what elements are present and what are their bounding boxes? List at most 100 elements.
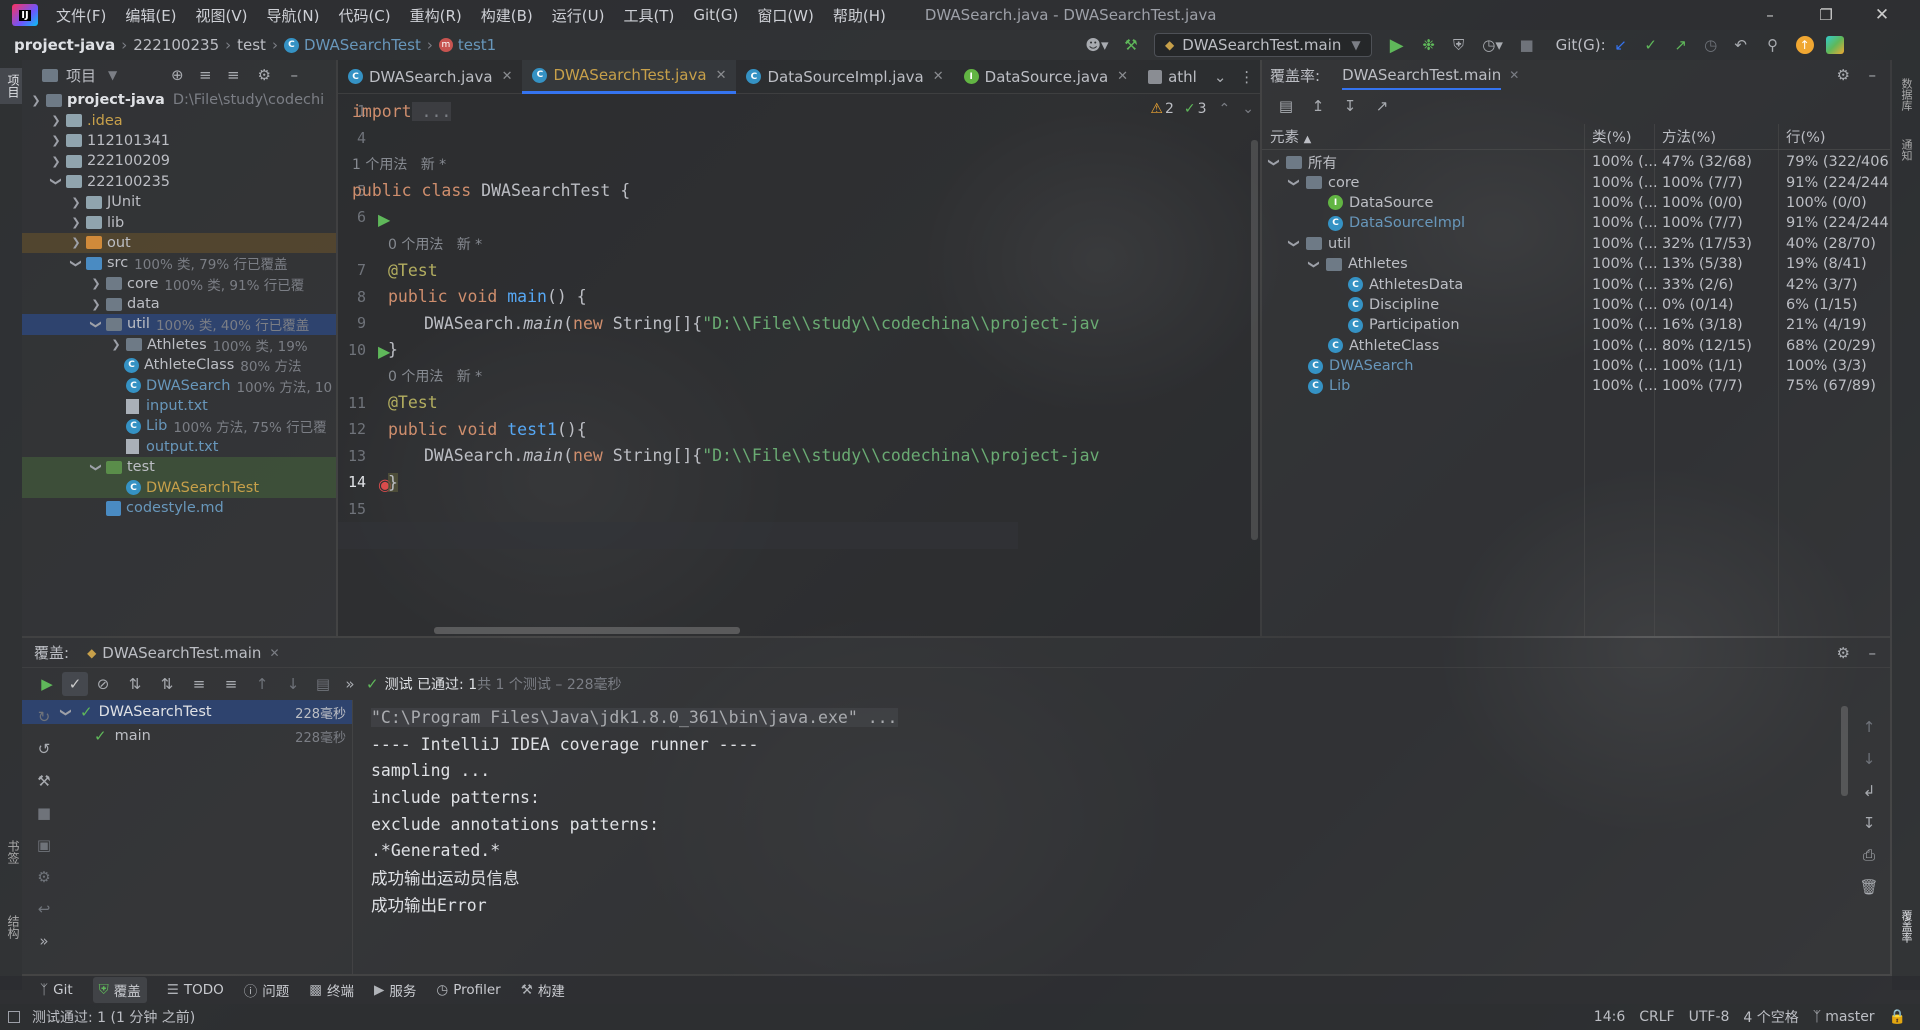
close-icon[interactable]: ✕ (1509, 68, 1519, 82)
tree-item-test[interactable]: ❯ test (22, 457, 336, 478)
next-highlight-icon[interactable]: ⌄ (1242, 101, 1254, 117)
coverage-tab[interactable]: DWASearchTest.main (1342, 60, 1502, 90)
export-icon[interactable]: ↗ (1366, 97, 1398, 115)
profiler-icon[interactable]: ◷▾ (1474, 36, 1512, 54)
tab-dwasearch[interactable]: C DWASearch.java ✕ (338, 60, 522, 94)
tree-item-112101341[interactable]: ❯ 112101341 (22, 131, 336, 151)
coverage-row[interactable]: C AthletesData 100% (... 33% (2/6) 42% (3/7) (1262, 274, 1890, 294)
collapse-all-icon[interactable]: ≡ (219, 66, 247, 84)
git-history-icon[interactable]: ◷ (1696, 36, 1726, 54)
rerun-failed-icon[interactable]: ↻ (32, 708, 56, 740)
breadcrumb-class[interactable]: DWASearchTest (304, 36, 421, 54)
tree-item-idea[interactable]: ❯ .idea (22, 110, 336, 130)
search-icon[interactable]: ⚲ (1756, 36, 1790, 54)
previous-test-icon[interactable]: ↑ (246, 675, 278, 693)
test-row-method[interactable]: ✓ main 228毫秒 (22, 724, 352, 748)
minimize-icon[interactable]: – (1742, 6, 1798, 24)
update-icon[interactable]: ↑ (1795, 36, 1814, 54)
tree-item-core[interactable]: ❯ core 100% 类, 91% 行已覆 (22, 274, 336, 294)
project-tool-tab[interactable]: 项目 (0, 68, 22, 104)
caret-position[interactable]: 14:6 (1594, 1009, 1625, 1025)
code-folded[interactable]: ... (411, 101, 452, 121)
code-area[interactable]: import ... 1 个用法 新 * public class DWASea… (352, 98, 1100, 496)
tree-item-dwasearch[interactable]: C DWASearch 100% 方法, 10 (22, 375, 336, 396)
coverage-row[interactable]: C Lib 100% (... 100% (7/7) 75% (67/89) (1262, 376, 1890, 396)
more-icon[interactable]: » (338, 675, 362, 693)
git-push-icon[interactable]: ↗ (1666, 36, 1696, 54)
tree-item-data[interactable]: ❯ data (22, 294, 336, 314)
tool-git[interactable]: ᛉ Git (40, 982, 73, 998)
bottom-tab[interactable]: DWASearchTest.main (102, 644, 261, 662)
toggle-auto-test-icon[interactable]: ↺ (32, 740, 56, 772)
line-separator[interactable]: CRLF (1639, 1009, 1674, 1025)
breadcrumb-folder2[interactable]: test (237, 36, 266, 54)
build-hammer-icon[interactable]: ⚒ (1114, 36, 1148, 54)
scroll-to-end-icon[interactable]: ↧ (1856, 814, 1882, 846)
tab-athl[interactable]: athl (1138, 60, 1207, 94)
menu-tools[interactable]: 工具(T) (623, 5, 674, 26)
menu-build[interactable]: 构建(B) (481, 5, 533, 26)
close-icon[interactable]: ✕ (933, 69, 944, 84)
coverage-row[interactable]: I DataSource 100% (... 100% (0/0) 100% (0/0) (1262, 193, 1890, 213)
git-branch[interactable]: master (1825, 1009, 1874, 1025)
tree-item-222100235[interactable]: ❯ 222100235 (22, 172, 336, 192)
horizontal-scrollbar[interactable] (434, 627, 740, 634)
tool-profiler[interactable]: ◷ Profiler (436, 982, 500, 998)
git-update-icon[interactable]: ↙ (1606, 36, 1636, 54)
flatten-packages-icon[interactable]: ▤ (1270, 97, 1302, 115)
plugin-icon[interactable] (1825, 36, 1844, 54)
coverage-row[interactable]: C Discipline 100% (... 0% (0/14) 6% (1/15) (1262, 295, 1890, 315)
stop-icon[interactable]: ■ (1512, 36, 1542, 54)
rerun-icon[interactable]: ▶ (32, 675, 62, 693)
stop-icon[interactable]: ■ (32, 804, 56, 836)
breadcrumb-folder1[interactable]: 222100235 (133, 36, 219, 54)
hide-panel-icon[interactable]: – (1869, 644, 1877, 662)
close-icon[interactable]: ✕ (502, 69, 513, 84)
tool-build[interactable]: ⚒ 构建 (521, 980, 565, 1000)
header-line[interactable]: 行(%) (1786, 126, 1826, 147)
sort-alpha-icon[interactable]: ⇅ (118, 675, 152, 693)
exit-icon[interactable]: ↩ (32, 900, 56, 932)
settings-icon[interactable]: ⚙ (1837, 644, 1850, 662)
close-window-icon[interactable]: ✕ (1854, 5, 1910, 25)
soft-wrap-icon[interactable]: ↲ (1856, 782, 1882, 814)
vertical-scrollbar[interactable] (1251, 140, 1258, 540)
tool-problems[interactable]: ⓘ 问题 (244, 980, 290, 1000)
run-config-selector[interactable]: ◆ DWASearchTest.main ▼ (1154, 33, 1372, 57)
expand-all-icon[interactable]: ≡ (191, 66, 219, 84)
menu-help[interactable]: 帮助(H) (833, 5, 886, 26)
user-icon[interactable]: ☻▾ (1080, 36, 1114, 54)
notifications-tool-tab[interactable]: 通知 (1898, 139, 1914, 161)
chevron-down-icon[interactable]: ▼ (108, 68, 117, 82)
tree-item-out[interactable]: ❯ out (22, 232, 336, 254)
tab-datasourceimpl[interactable]: C DataSourceImpl.java ✕ (736, 60, 953, 94)
tool-services[interactable]: ▶ 服务 (374, 980, 416, 1000)
previous-highlight-icon[interactable]: ⌃ (1219, 101, 1231, 117)
coverage-row[interactable]: ❯ core 100% (... 100% (7/7) 91% (224/244) (1262, 172, 1891, 192)
tree-item-output-txt[interactable]: output.txt (22, 437, 336, 457)
indent-setting[interactable]: 4 个空格 (1743, 1007, 1798, 1027)
console-scrollbar[interactable] (1841, 706, 1848, 796)
menu-navigate[interactable]: 导航(N) (267, 5, 320, 26)
show-passed-icon[interactable]: ✓ (62, 672, 88, 696)
run-icon[interactable]: ▶ (1380, 35, 1414, 56)
close-icon[interactable]: ✕ (716, 68, 727, 83)
coverage-row[interactable]: C Participation 100% (... 16% (3/18) 21% (4/… (1262, 315, 1890, 335)
tool-terminal[interactable]: ▩ 终端 (309, 980, 354, 1000)
structure-tool-tab[interactable]: 结构 (0, 915, 22, 939)
tree-root[interactable]: ❯ project-java D:\File\study\codechi (22, 90, 336, 110)
menu-git[interactable]: Git(G) (693, 6, 738, 24)
sort-duration-icon[interactable]: ⇅ (152, 675, 182, 693)
print-icon[interactable]: ⎙ (1856, 846, 1882, 878)
coverage-row[interactable]: ❯ 所有 100% (... 47% (32/68) 79% (322/406) (1262, 152, 1891, 172)
more-icon[interactable]: ⋮ (1233, 68, 1260, 86)
close-icon[interactable]: ✕ (1117, 69, 1128, 84)
gear-small-icon[interactable]: ⚙ (32, 868, 56, 900)
bookmarks-tool-tab[interactable]: 书签 (0, 840, 22, 864)
camera-icon[interactable]: ▣ (32, 836, 56, 868)
navigate-down-icon[interactable]: ↧ (1334, 97, 1366, 115)
header-element[interactable]: 元素 ▲ (1270, 126, 1311, 147)
status-toggle-icon[interactable] (8, 1011, 20, 1023)
menu-refactor[interactable]: 重构(R) (410, 5, 462, 26)
inspection-widget[interactable]: ⚠ 2 ✓ 3 ⌃ ⌄ (1150, 96, 1254, 122)
